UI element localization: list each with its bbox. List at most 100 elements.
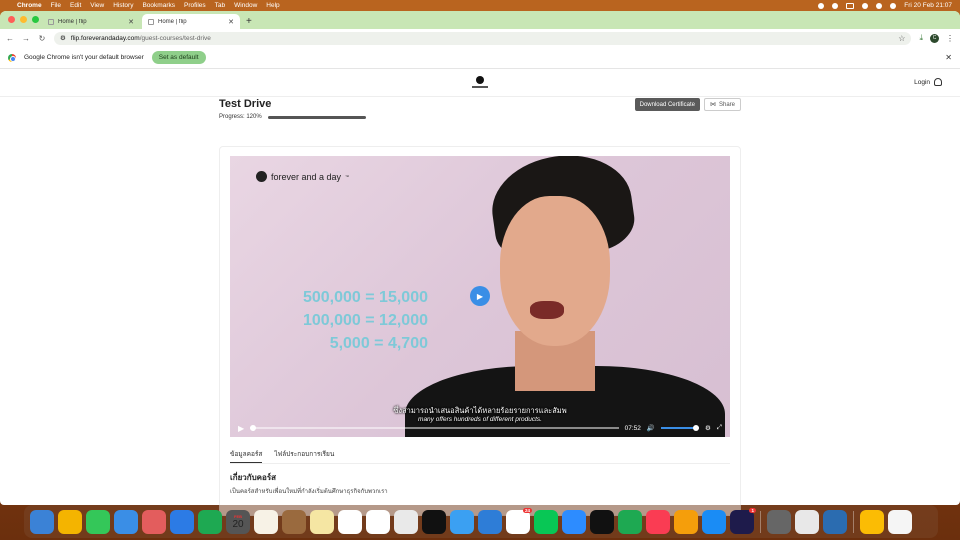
menu-history[interactable]: History: [113, 2, 133, 9]
dock-photos-icon[interactable]: [142, 509, 166, 534]
settings-gear-icon[interactable]: ⚙: [705, 424, 711, 432]
chrome-menu-icon[interactable]: ⋮: [946, 34, 954, 43]
download-icon[interactable]: ⤓: [919, 33, 923, 43]
site-info-icon[interactable]: ⚙: [60, 34, 66, 42]
dock-pages-icon[interactable]: [646, 509, 670, 534]
volume-knob[interactable]: [692, 425, 699, 431]
video-stat-line: 500,000 = 15,000: [302, 289, 428, 306]
dock-app-store-icon[interactable]: [674, 509, 698, 534]
menu-help[interactable]: Help: [266, 2, 279, 9]
dock-keynote-icon[interactable]: [450, 509, 474, 534]
menubar-clock[interactable]: Fri 20 Feb 21:07: [904, 2, 952, 9]
search-icon[interactable]: [876, 2, 883, 9]
dock-zoom-icon[interactable]: [534, 509, 558, 534]
dock-downloads-icon[interactable]: [860, 509, 884, 534]
dock-mail-icon[interactable]: [114, 509, 138, 534]
status-area: Fri 20 Feb 21:07: [818, 2, 952, 9]
dock-tiktok-icon[interactable]: [562, 509, 586, 534]
dock-music-icon[interactable]: [618, 509, 642, 534]
dock-finder-icon[interactable]: [30, 509, 54, 534]
status-icon[interactable]: [818, 2, 825, 9]
login-link[interactable]: Login: [914, 78, 942, 86]
dock-numbers-icon[interactable]: [590, 509, 614, 534]
brand-logo-icon: [256, 171, 267, 182]
video-stat-line: 100,000 = 12,000: [302, 312, 428, 329]
logo-wordmark: [472, 85, 488, 88]
dock-messages-icon[interactable]: [86, 509, 110, 534]
set-as-default-button[interactable]: Set as default: [151, 51, 206, 64]
close-window-button[interactable]: [8, 16, 15, 23]
download-certificate-button[interactable]: Download Certificate: [634, 98, 700, 111]
seek-knob[interactable]: [250, 425, 257, 431]
menu-profiles[interactable]: Profiles: [184, 2, 206, 9]
volume-fill: [660, 427, 698, 429]
address-bar[interactable]: ⚙ flip.foreverandaday.com/guest-courses/…: [54, 31, 912, 45]
dock-calendar-icon[interactable]: FEB 20: [226, 509, 250, 534]
about-description: เป็นคอร์สสำหรับเพื่อนใหม่ที่กำลังเริ่มต้…: [230, 489, 388, 495]
course-tabs: ข้อมูลคอร์ส ไฟล์ประกอบการเรียน: [230, 446, 730, 464]
dock-apple-tv-icon[interactable]: [394, 509, 418, 534]
dock-facetime-icon[interactable]: [198, 509, 222, 534]
seek-bar[interactable]: [250, 425, 619, 431]
dock-safari-icon[interactable]: [422, 509, 446, 534]
close-tab-icon[interactable]: ✕: [128, 18, 134, 26]
bookmark-star-icon[interactable]: ☆: [898, 34, 905, 43]
presenter-face: [500, 196, 610, 346]
infobar-message: Google Chrome isn't your default browser: [24, 54, 144, 61]
browser-tab[interactable]: Home | flip ✕: [42, 14, 140, 29]
volume-slider[interactable]: [660, 425, 699, 431]
share-label: Share: [718, 101, 735, 108]
tab-strip: Home | flip ✕ Home | flip ✕ +: [0, 11, 960, 29]
dock-trash-icon[interactable]: [888, 509, 912, 534]
dock-remote-icon[interactable]: [795, 509, 819, 534]
dock-line-icon[interactable]: 24: [506, 507, 532, 534]
dock-reminders-icon[interactable]: [338, 509, 362, 534]
minimize-window-button[interactable]: [20, 16, 27, 23]
video-brand: forever and a day ™: [256, 171, 349, 182]
volume-icon[interactable]: 🔊: [647, 424, 655, 432]
big-play-button[interactable]: ▶: [470, 286, 490, 306]
page-title: Test Drive: [219, 98, 272, 110]
share-button[interactable]: ⋈ Share: [703, 98, 741, 111]
forward-icon[interactable]: →: [22, 34, 30, 43]
reload-icon[interactable]: ↻: [38, 34, 46, 43]
login-label: Login: [914, 78, 930, 86]
menu-view[interactable]: View: [90, 2, 104, 9]
new-tab-icon[interactable]: +: [246, 16, 252, 27]
browser-tab-active[interactable]: Home | flip ✕: [142, 14, 240, 29]
dock-chrome-icon[interactable]: [478, 509, 502, 534]
profile-avatar[interactable]: C: [930, 33, 939, 43]
dock-system-settings-icon[interactable]: 1: [730, 507, 756, 534]
fullscreen-icon[interactable]: ⤢: [717, 424, 722, 432]
dock-contacts-icon[interactable]: [254, 509, 278, 534]
close-tab-icon[interactable]: ✕: [228, 18, 234, 26]
dock-premiere-icon[interactable]: [702, 509, 726, 534]
menu-bookmarks[interactable]: Bookmarks: [142, 2, 175, 9]
menu-tab[interactable]: Tab: [215, 2, 225, 9]
close-infobar-icon[interactable]: ✕: [945, 53, 952, 62]
battery-icon[interactable]: [846, 2, 855, 9]
dock-drive-icon[interactable]: [823, 509, 847, 534]
back-icon[interactable]: ←: [6, 34, 14, 43]
video-player[interactable]: forever and a day ™ 500,000 = 15,000 100,…: [230, 156, 730, 437]
play-icon[interactable]: ▶: [238, 424, 244, 433]
tab-course-files[interactable]: ไฟล์ประกอบการเรียน: [274, 446, 334, 463]
dock-separator: [853, 510, 854, 533]
menu-app-name[interactable]: Chrome: [17, 2, 42, 9]
menu-window[interactable]: Window: [234, 2, 257, 9]
control-center-icon[interactable]: [890, 2, 897, 9]
user-icon: [934, 78, 942, 86]
status-icon[interactable]: [832, 2, 839, 9]
dock-vlc-icon[interactable]: [310, 509, 334, 534]
wifi-icon[interactable]: [862, 2, 869, 9]
dock-notes-icon[interactable]: [282, 509, 306, 534]
tab-course-info[interactable]: ข้อมูลคอร์ส: [230, 446, 263, 463]
dock-launchpad-icon[interactable]: [58, 509, 82, 534]
dock-maps-icon[interactable]: [170, 509, 194, 534]
dock-freeform-icon[interactable]: [366, 509, 390, 534]
fullscreen-window-button[interactable]: [32, 16, 39, 23]
site-logo[interactable]: [472, 75, 488, 90]
dock-preview-icon[interactable]: [767, 509, 791, 534]
menu-edit[interactable]: Edit: [70, 2, 81, 9]
menu-file[interactable]: File: [51, 2, 61, 9]
